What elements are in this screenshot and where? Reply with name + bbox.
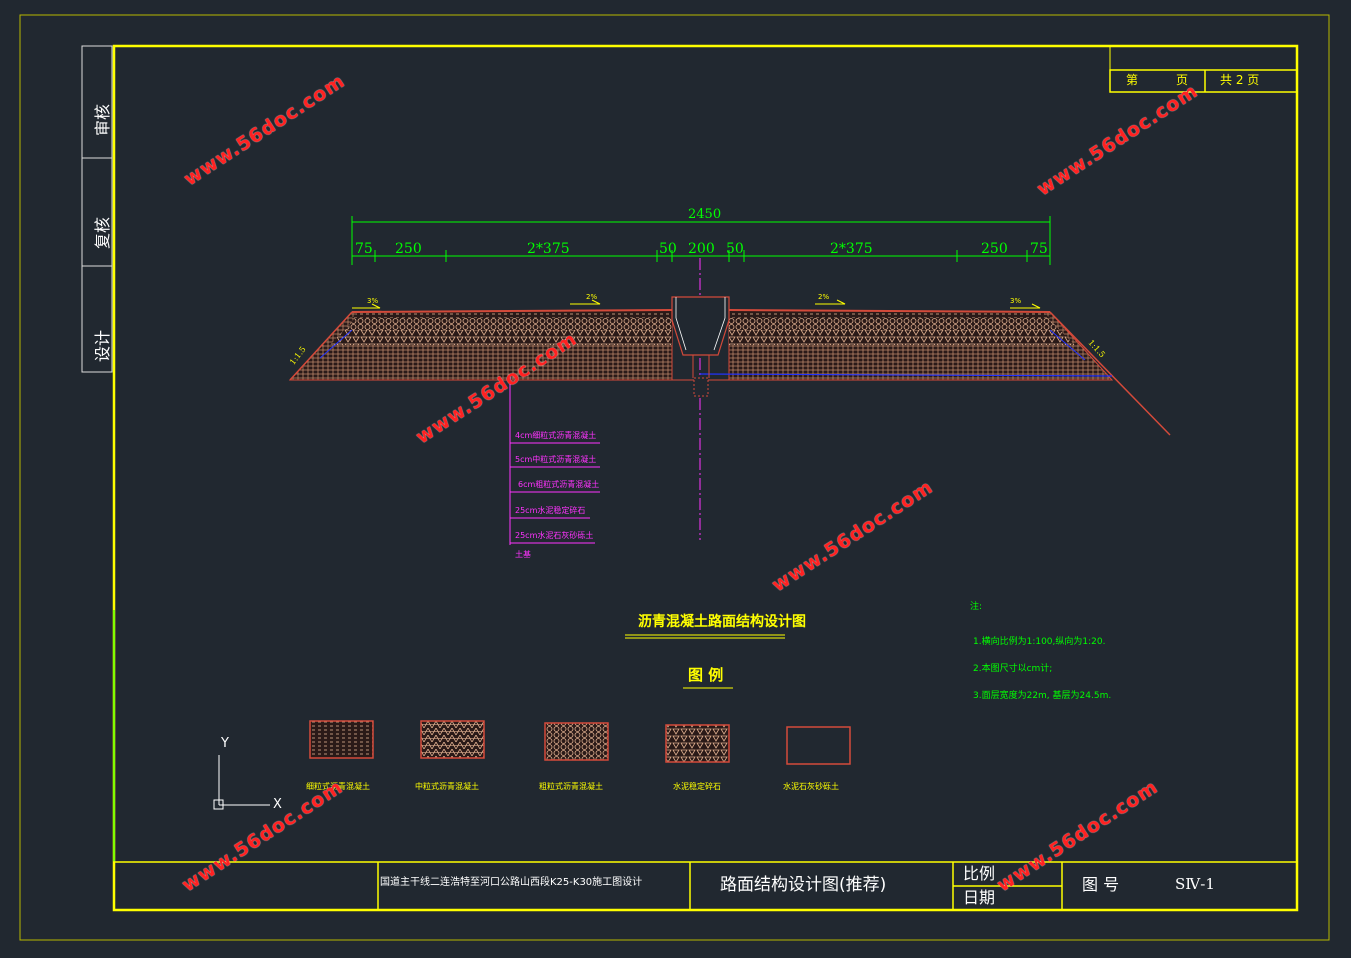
crossfall-3: 3% — [1010, 297, 1022, 305]
design-label: 设计 — [93, 329, 113, 363]
crossfall-2: 2% — [818, 293, 830, 301]
cad-drawing-canvas[interactable]: 审核 复核 设计 第 页 共 2 页 2450 75 250 2*375 50 … — [0, 0, 1351, 958]
pavement-cross-section — [288, 296, 1171, 436]
drawing-title: 沥青混凝土路面结构设计图 — [638, 614, 806, 630]
callout-5: 土基 — [515, 550, 531, 559]
review-label: 审核 — [93, 103, 113, 137]
inner-frame — [112, 44, 1299, 912]
callout-0: 4cm细粒式沥青混凝土 — [515, 431, 597, 440]
scale-label: 比例 — [963, 864, 996, 883]
dim-seg-6: 2*375 — [830, 241, 873, 257]
drawing-name: 路面结构设计图(推荐) — [720, 875, 887, 895]
crossfall-0: 3% — [367, 297, 379, 305]
dim-seg-2: 2*375 — [527, 241, 570, 257]
ucs-x-label: X — [273, 797, 282, 812]
note-2: 2.本图尺寸以cm计; — [973, 664, 1053, 674]
dim-seg-3: 50 — [659, 241, 677, 257]
note-3: 3.面层宽度为22m, 基层为24.5m. — [973, 691, 1112, 701]
dim-seg-5: 50 — [726, 241, 744, 257]
callout-4: 25cm水泥石灰砂砾土 — [515, 531, 594, 540]
legend-label-2: 粗粒式沥青混凝土 — [539, 782, 603, 791]
dim-seg-4: 200 — [688, 241, 715, 257]
callout-1: 5cm中粒式沥青混凝土 — [515, 455, 597, 464]
drawing-svg — [19, 14, 1330, 941]
page-prefix: 第 — [1126, 73, 1139, 87]
legend-swatches — [309, 720, 851, 765]
crossfall-1: 2% — [586, 293, 598, 301]
dim-seg-1: 250 — [395, 241, 422, 257]
legend-title: 图 例 — [688, 666, 724, 684]
dim-seg-0: 75 — [355, 241, 373, 257]
title-block — [113, 861, 1298, 911]
legend-label-4: 水泥石灰砂砾土 — [783, 782, 839, 791]
ucs-y-label: Y — [221, 736, 229, 751]
ucs-icon — [213, 755, 270, 810]
signoff-strip — [81, 45, 113, 373]
dim-seg-7: 250 — [981, 241, 1008, 257]
callout-3: 25cm水泥稳定碎石 — [515, 506, 586, 515]
legend-label-3: 水泥稳定碎石 — [673, 782, 721, 791]
page-box — [1109, 69, 1298, 93]
callout-2: 6cm粗粒式沥青混凝土 — [518, 480, 600, 489]
project-name: 国道主干线二连浩特至河口公路山西段K25-K30施工图设计 — [380, 877, 643, 888]
legend-label-1: 中粒式沥青混凝土 — [415, 782, 479, 791]
drawing-no-label: 图 号 — [1082, 875, 1120, 894]
page-total: 共 2 页 — [1220, 73, 1260, 87]
date-label: 日期 — [963, 888, 996, 907]
note-1: 1.横向比例为1:100,纵向为1:20. — [973, 637, 1106, 647]
recheck-label: 复核 — [93, 216, 113, 250]
notes-heading: 注: — [970, 602, 983, 612]
dim-seg-8: 75 — [1030, 241, 1048, 257]
dim-total: 2450 — [688, 207, 722, 222]
drawing-no: SⅣ-1 — [1175, 875, 1215, 893]
